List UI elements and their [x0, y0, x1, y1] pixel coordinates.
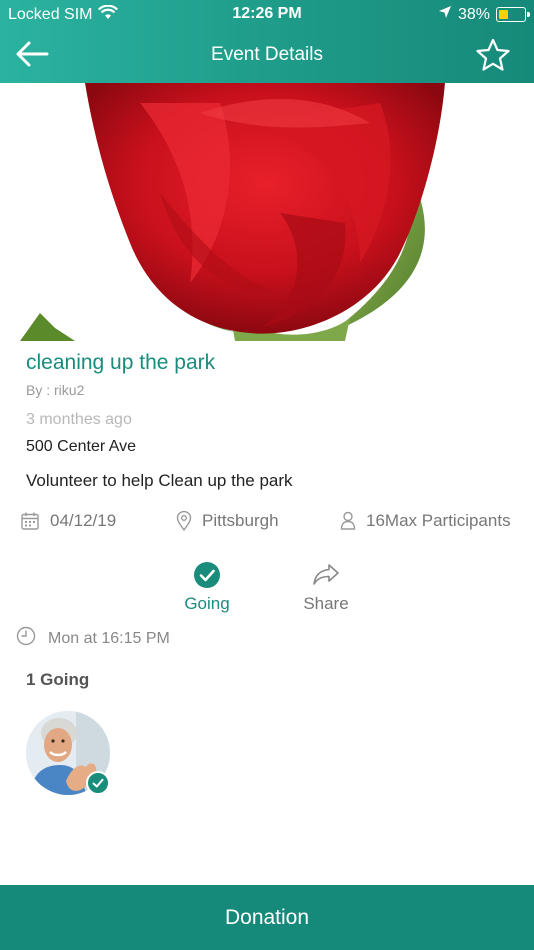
share-button[interactable]: Share [281, 560, 371, 614]
battery-icon [496, 7, 530, 22]
red-rose-image [20, 83, 445, 341]
calendar-icon [20, 511, 40, 531]
nav-bar: Event Details [0, 28, 534, 83]
check-circle-icon [194, 562, 220, 588]
clock-icon [16, 626, 36, 651]
status-bar: Locked SIM 12:26 PM 38% [0, 0, 534, 28]
page-title: Event Details [211, 44, 323, 65]
status-right: 38% [438, 5, 530, 24]
event-actions: Going Share [0, 560, 534, 620]
going-count: 1 Going [26, 670, 90, 689]
battery-level [498, 9, 508, 19]
event-title: cleaning up the park [26, 351, 216, 374]
app-header: Locked SIM 12:26 PM 38% Event Details [0, 0, 534, 83]
share-arrow-icon [313, 564, 339, 585]
check-icon [92, 778, 104, 788]
attendee-avatar[interactable] [26, 711, 112, 797]
event-date-value: 04/12/19 [50, 511, 117, 530]
event-image [0, 83, 534, 341]
going-button[interactable]: Going [162, 560, 252, 614]
event-location: Pittsburgh [176, 511, 279, 531]
event-meta-row: 04/12/19 Pittsburgh 16Max Participants [0, 511, 534, 537]
favorite-button[interactable] [474, 36, 512, 74]
event-schedule-value: Mon at 16:15 PM [48, 629, 170, 647]
going-check-badge [86, 771, 110, 795]
event-date: 04/12/19 [20, 511, 116, 531]
going-label: Going [184, 594, 230, 613]
event-address: 500 Center Ave [26, 438, 137, 455]
event-participants: 16Max Participants [340, 511, 511, 531]
event-description: Volunteer to help Clean up the park [26, 471, 293, 490]
event-schedule: Mon at 16:15 PM [16, 626, 170, 651]
user-icon [340, 511, 356, 531]
event-posted-time: 3 monthes ago [26, 411, 132, 428]
donation-label: Donation [224, 905, 310, 929]
location-arrow-icon [438, 5, 452, 24]
battery-percent: 38% [457, 5, 490, 23]
map-pin-icon [176, 511, 192, 531]
event-location-value: Pittsburgh [202, 511, 279, 530]
share-label: Share [303, 594, 349, 613]
event-participants-value: 16Max Participants [366, 511, 511, 530]
event-author: By : riku2 [26, 382, 85, 398]
star-outline-icon [476, 38, 510, 71]
donation-button[interactable]: Donation [0, 885, 534, 950]
